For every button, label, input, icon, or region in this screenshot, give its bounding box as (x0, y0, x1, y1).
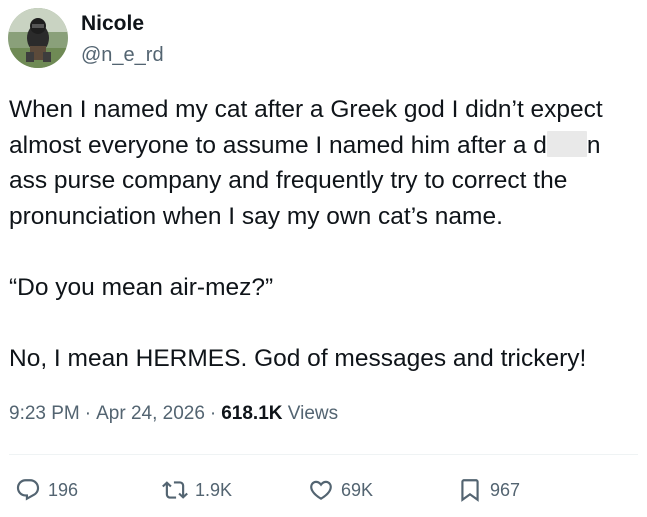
divider (9, 454, 638, 455)
like-icon (308, 477, 334, 503)
tweet-line: When I named my cat after a Greek god I … (9, 96, 603, 123)
action-bar: 196 1.9K 69K 967 (0, 477, 647, 507)
tweet-header: Nicole @n_e_rd (8, 8, 164, 68)
reply-icon (15, 477, 41, 503)
redaction-block (546, 130, 587, 157)
tweet-reply-line: No, I mean HERMES. God of messages and t… (9, 344, 587, 372)
user-handle[interactable]: @n_e_rd (81, 45, 164, 65)
bookmark-count: 967 (490, 479, 521, 500)
repost-button[interactable]: 1.9K (162, 477, 232, 503)
views-count: 618.1K (221, 403, 283, 424)
tweet-text: When I named my cat after a Greek god I … (9, 92, 641, 376)
tweet-line: pronunciation when I say my own cat’s na… (9, 202, 503, 230)
reply-count: 196 (48, 479, 79, 500)
tweet-line: almost everyone to assume I named him af… (9, 131, 547, 159)
tweet-date[interactable]: Apr 24, 2026 (96, 403, 205, 424)
tweet-meta: 9:23 PM · Apr 24, 2026 · 618.1K Views (9, 403, 338, 425)
display-name[interactable]: Nicole (81, 13, 164, 34)
avatar-image (8, 8, 68, 68)
tweet-time[interactable]: 9:23 PM (9, 403, 80, 424)
bookmark-button[interactable]: 967 (457, 477, 520, 503)
like-count: 69K (341, 479, 374, 500)
tweet: Nicole @n_e_rd When I named my cat after… (0, 0, 647, 517)
meta-separator: · (84, 403, 92, 424)
tweet-line: n (586, 131, 601, 159)
bookmark-icon (457, 477, 483, 503)
tweet-quote: “Do you mean air-mez?” (9, 273, 274, 301)
avatar[interactable] (8, 8, 68, 68)
like-button[interactable]: 69K (308, 477, 373, 503)
tweet-line: ass purse company and frequently try to … (9, 167, 568, 194)
meta-separator: · (209, 403, 217, 424)
tweet-author: Nicole @n_e_rd (81, 10, 164, 65)
repost-count: 1.9K (195, 479, 233, 500)
reply-button[interactable]: 196 (15, 477, 78, 503)
views-label: Views (287, 403, 339, 424)
tweet-paragraph-1: When I named my cat after a Greek god I … (9, 92, 641, 234)
repost-icon (162, 477, 188, 503)
